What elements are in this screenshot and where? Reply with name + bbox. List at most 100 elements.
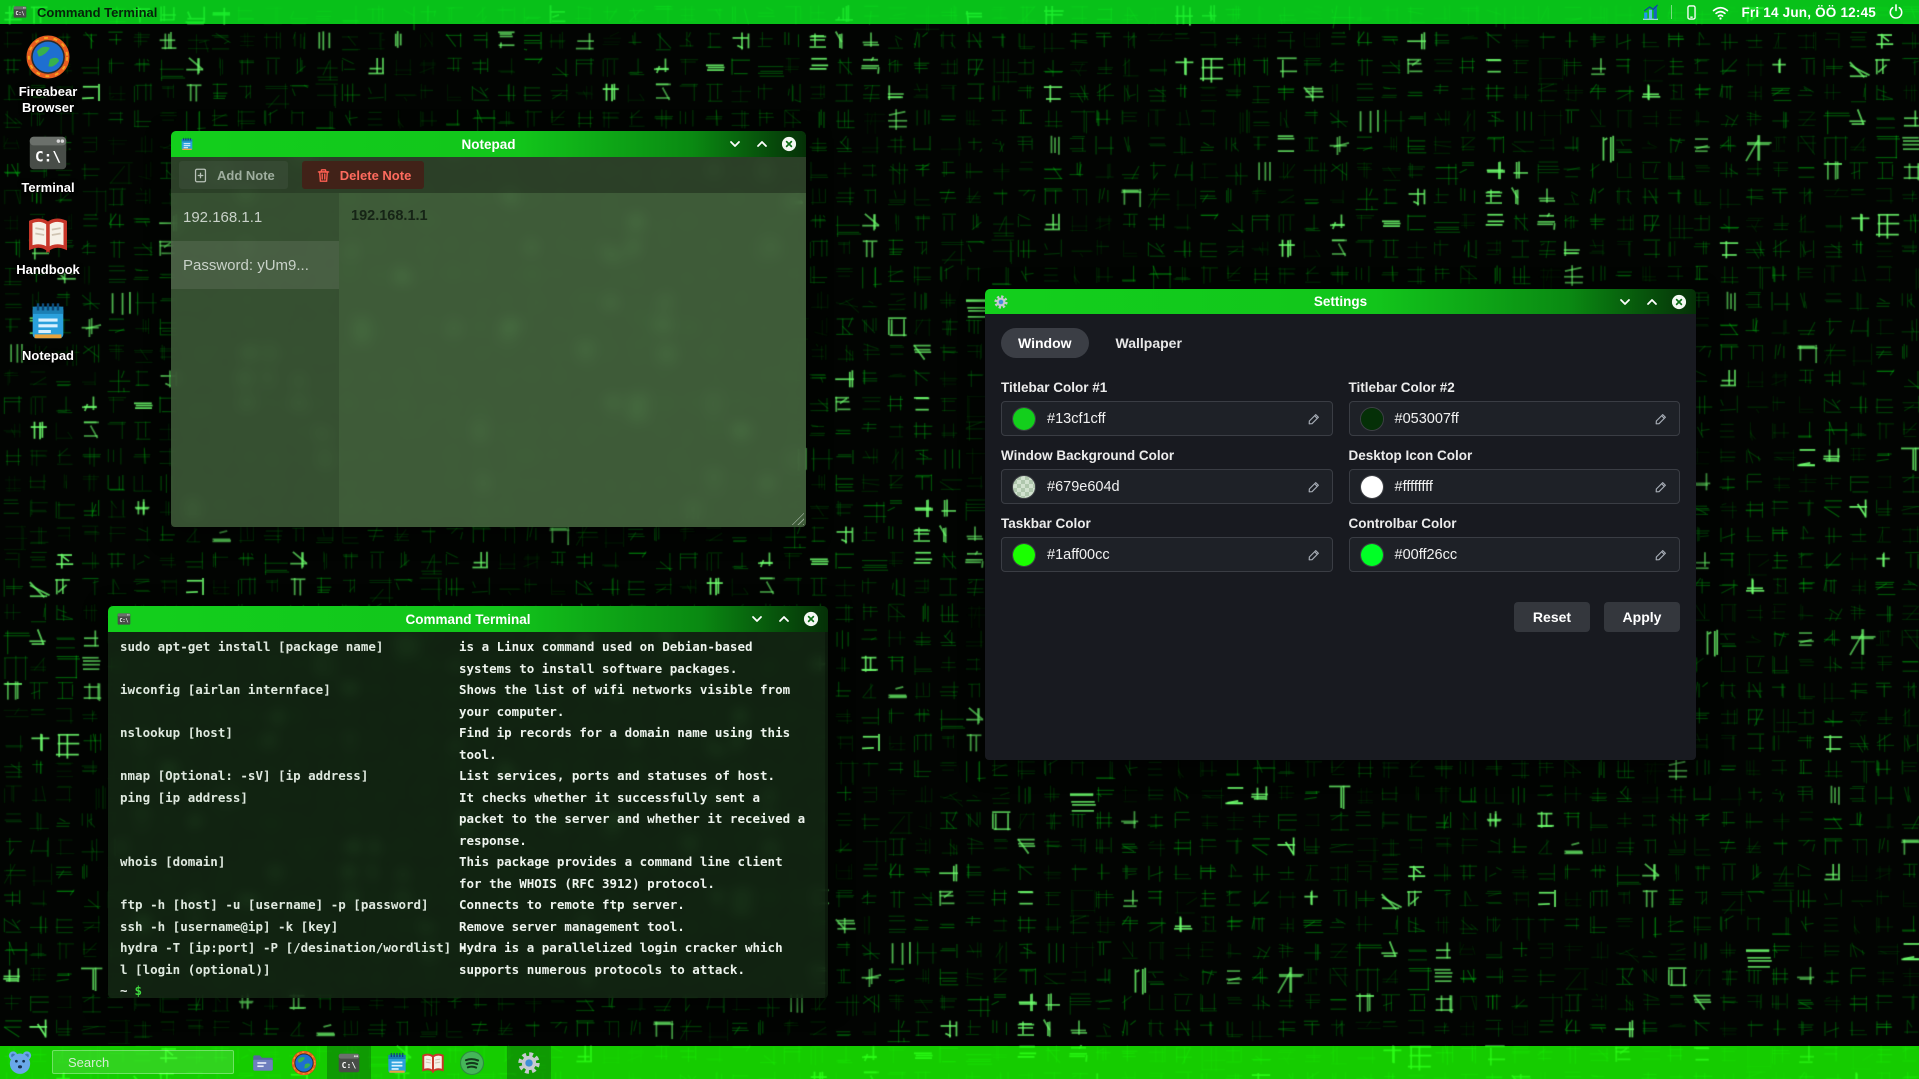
apply-button[interactable]: Apply — [1604, 602, 1680, 632]
reset-button[interactable]: Reset — [1514, 602, 1590, 632]
terminal-icon: C:\ — [25, 130, 71, 176]
terminal-line: iwconfig [airlan internface]Shows the li… — [120, 679, 819, 701]
notepad-app-icon — [179, 136, 195, 152]
tab-window[interactable]: Window — [1001, 328, 1089, 358]
notepad-window: Notepad Add Note Delete Note 192.168.1.1… — [171, 131, 806, 527]
taskbar-icon-terminal[interactable]: C:\ — [336, 1050, 362, 1076]
color-hex-value: #1aff00cc — [1047, 547, 1306, 563]
add-note-button[interactable]: Add Note — [179, 161, 288, 189]
terminal-command: l [login (optional)] — [120, 959, 459, 981]
svg-text:C:\: C:\ — [35, 149, 61, 165]
color-field-label: Desktop Icon Color — [1349, 448, 1681, 463]
taskbar-icon-settings[interactable] — [516, 1050, 542, 1076]
terminal-command — [120, 744, 459, 766]
minimize-icon[interactable] — [749, 611, 765, 627]
color-field-label: Taskbar Color — [1001, 516, 1333, 531]
color-picker-field[interactable]: #00ff26cc — [1349, 537, 1681, 572]
minimize-icon[interactable] — [1617, 294, 1633, 310]
desktop-icon-label: Notepad — [22, 348, 74, 364]
color-setting: Desktop Icon Color #ffffffff — [1349, 448, 1681, 504]
edit-pencil-icon[interactable] — [1306, 411, 1322, 427]
svg-text:C:\: C:\ — [342, 1060, 357, 1070]
desktop-icon-fireabear-browser[interactable]: Fireabear Browser — [6, 34, 90, 117]
edit-pencil-icon[interactable] — [1306, 479, 1322, 495]
terminal-description: your computer. — [459, 701, 819, 723]
settings-titlebar[interactable]: Settings — [985, 289, 1696, 314]
terminal-app-icon: C:\ — [116, 611, 132, 627]
taskbar-icon-file-manager[interactable] — [250, 1050, 276, 1076]
phone-icon[interactable] — [1683, 4, 1700, 21]
color-picker-field[interactable]: #1aff00cc — [1001, 537, 1333, 572]
color-setting: Taskbar Color #1aff00cc — [1001, 516, 1333, 572]
add-note-icon — [192, 167, 209, 184]
terminal-command — [120, 808, 459, 830]
close-icon[interactable] — [781, 136, 797, 152]
terminal-window-title: Command Terminal — [108, 612, 828, 627]
close-icon[interactable] — [803, 611, 819, 627]
terminal-description: Connects to remote ftp server. — [459, 894, 819, 916]
color-picker-field[interactable]: #13cf1cff — [1001, 401, 1333, 436]
close-icon[interactable] — [1671, 294, 1687, 310]
tab-wallpaper[interactable]: Wallpaper — [1099, 328, 1199, 358]
terminal-line: sudo apt-get install [package name]is a … — [120, 636, 819, 658]
desktop-icon-terminal[interactable]: C:\Terminal — [6, 130, 90, 196]
edit-pencil-icon[interactable] — [1306, 547, 1322, 563]
terminal-command — [120, 873, 459, 895]
color-hex-value: #679e604d — [1047, 479, 1306, 495]
maximize-icon[interactable] — [1644, 294, 1660, 310]
desktop-screen: { "topbar": { "window_title": "Command T… — [0, 0, 1919, 1079]
desktop-icon-label: Handbook — [16, 262, 80, 278]
maximize-icon[interactable] — [754, 136, 770, 152]
terminal-command: ftp -h [host] -u [username] -p [password… — [120, 894, 459, 916]
notepad-titlebar[interactable]: Notepad — [171, 131, 806, 157]
color-picker-field[interactable]: #ffffffff — [1349, 469, 1681, 504]
edit-pencil-icon[interactable] — [1653, 547, 1669, 563]
wifi-icon[interactable] — [1711, 3, 1730, 22]
desktop-icon-handbook[interactable]: Handbook — [6, 212, 90, 278]
terminal-output[interactable]: sudo apt-get install [package name]is a … — [108, 632, 828, 998]
note-list-item[interactable]: Password: yUm9... — [171, 241, 339, 289]
terminal-description: It checks whether it successfully sent a — [459, 787, 819, 809]
terminal-command — [120, 830, 459, 852]
taskbar-icon-notepad[interactable] — [384, 1050, 410, 1076]
power-icon[interactable] — [1887, 3, 1905, 21]
network-chart-icon[interactable] — [1641, 3, 1660, 22]
note-list-item[interactable]: 192.168.1.1 — [171, 193, 339, 241]
note-editor[interactable]: 192.168.1.1 — [339, 193, 806, 527]
color-picker-field[interactable]: #053007ff — [1349, 401, 1681, 436]
color-picker-field[interactable]: #679e604d — [1001, 469, 1333, 504]
color-swatch — [1012, 543, 1036, 567]
terminal-line: whois [domain]This package provides a co… — [120, 851, 819, 873]
note-list: 192.168.1.1Password: yUm9... — [171, 193, 339, 527]
color-field-label: Titlebar Color #2 — [1349, 380, 1681, 395]
edit-pencil-icon[interactable] — [1653, 411, 1669, 427]
minimize-icon[interactable] — [727, 136, 743, 152]
terminal-command: nmap [Optional: -sV] [ip address] — [120, 765, 459, 787]
prompt-path: ~ — [120, 983, 128, 998]
terminal-command: whois [domain] — [120, 851, 459, 873]
color-setting: Titlebar Color #1#13cf1cff — [1001, 380, 1333, 436]
desktop-icon-notepad[interactable]: Notepad — [6, 298, 90, 364]
notepad-icon — [25, 298, 71, 344]
terminal-line: ftp -h [host] -u [username] -p [password… — [120, 894, 819, 916]
delete-note-button[interactable]: Delete Note — [302, 161, 425, 189]
settings-app-icon — [993, 294, 1009, 310]
terminal-titlebar[interactable]: C:\ Command Terminal — [108, 606, 828, 632]
terminal-line: packet to the server and whether it rece… — [120, 808, 819, 830]
start-menu-button[interactable] — [4, 1048, 36, 1077]
taskbar-icon-fireabear-browser[interactable] — [291, 1050, 317, 1076]
clock[interactable]: Fri 14 Jun, ÖÖ 12:45 — [1741, 5, 1876, 20]
terminal-description: tool. — [459, 744, 819, 766]
taskbar-icon-handbook[interactable] — [420, 1050, 446, 1076]
terminal-line: hydra -T [ip:port] -P [/desination/wordl… — [120, 937, 819, 959]
taskbar-icon-music-player[interactable] — [459, 1050, 485, 1076]
edit-pencil-icon[interactable] — [1653, 479, 1669, 495]
color-hex-value: #053007ff — [1395, 411, 1654, 427]
taskbar-search[interactable] — [52, 1050, 234, 1074]
terminal-command: ssh -h [username@ip] -k [key] — [120, 916, 459, 938]
maximize-icon[interactable] — [776, 611, 792, 627]
color-setting: Window Background Color#679e604d — [1001, 448, 1333, 504]
search-input[interactable] — [66, 1054, 246, 1071]
terminal-prompt[interactable]: ~$ — [120, 980, 819, 998]
settings-window: Settings Window Wallpaper Titlebar Color … — [985, 289, 1696, 760]
